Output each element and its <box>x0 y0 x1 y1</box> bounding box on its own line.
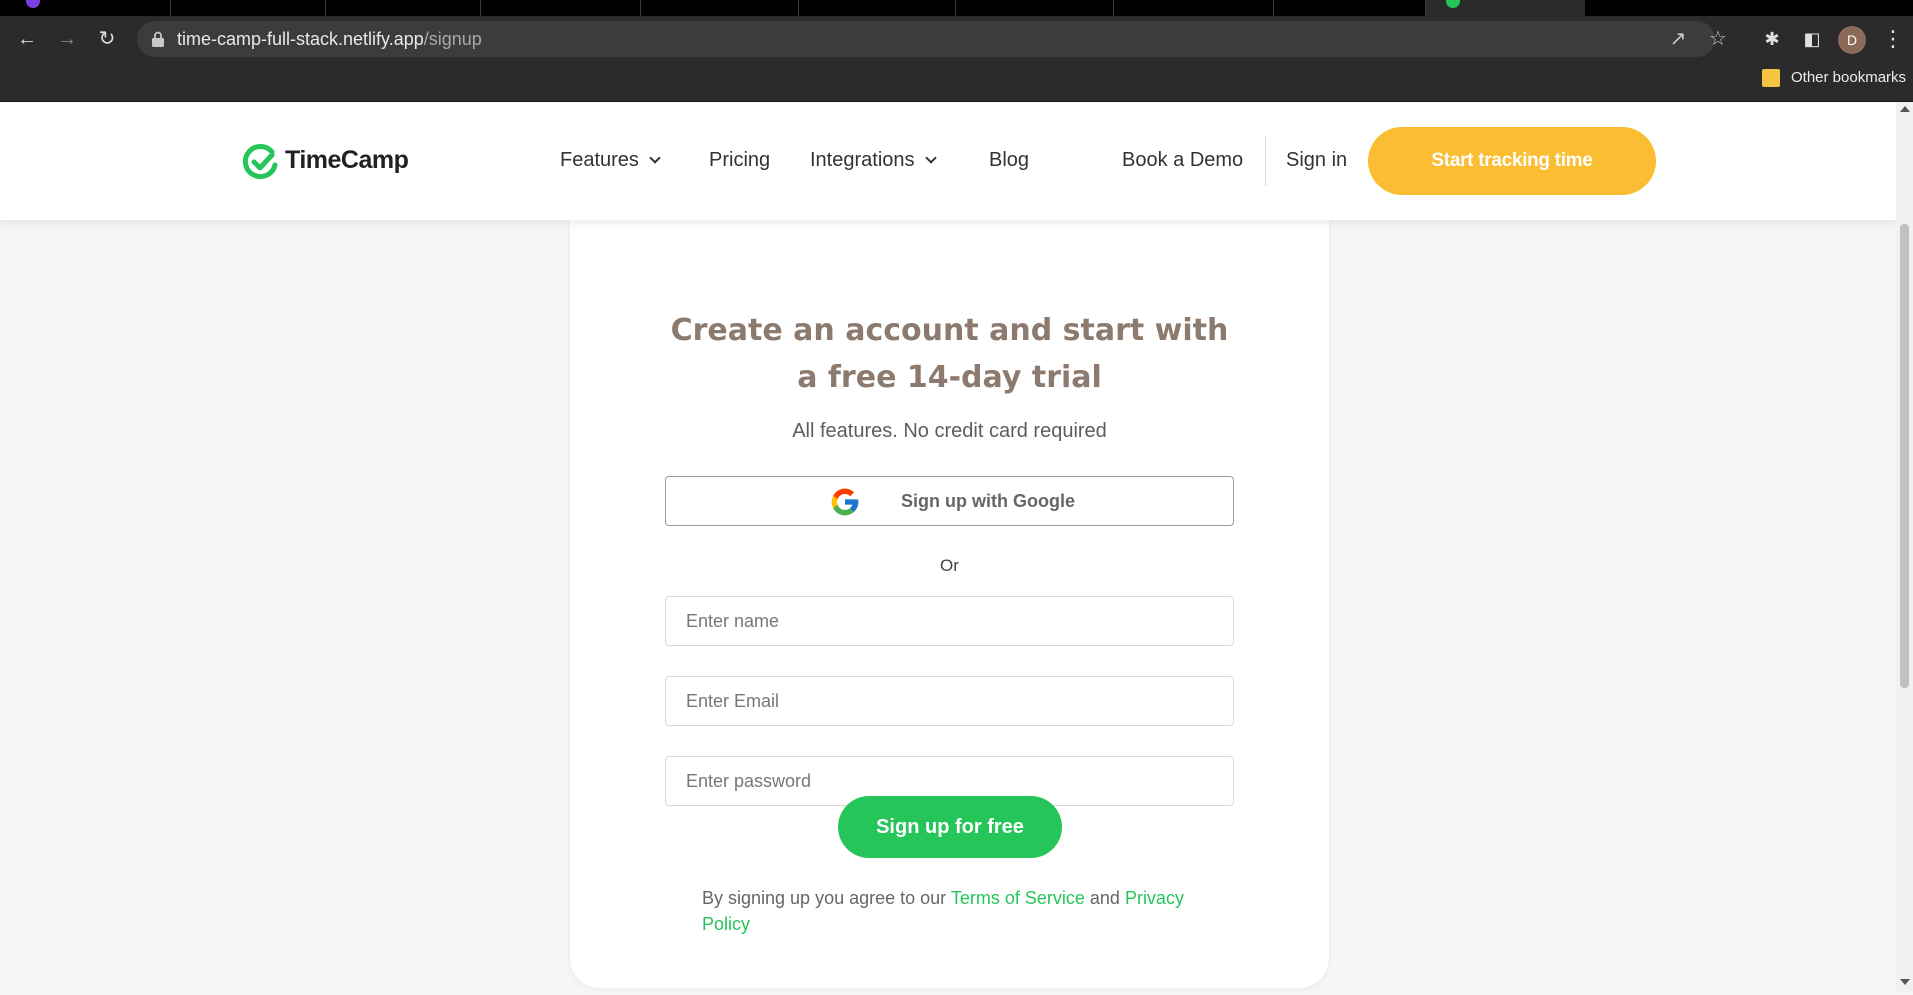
terms-middle: and <box>1084 888 1125 908</box>
bookmarks-bar <box>0 61 1913 102</box>
signup-note: All features. No credit card required <box>792 420 1107 442</box>
tab-favicon <box>1446 0 1460 8</box>
star-icon[interactable]: ☆ <box>1708 29 1728 49</box>
browser-tab[interactable] <box>480 0 640 16</box>
browser-tab[interactable] <box>170 0 325 16</box>
reload-icon[interactable]: ↻ <box>94 26 120 52</box>
extensions-icon[interactable]: ✱ <box>1760 27 1784 51</box>
scroll-thumb[interactable] <box>1900 224 1909 688</box>
side-panel-icon[interactable]: ◧ <box>1800 27 1824 51</box>
site-header: TimeCamp Features Pricing Integrations B… <box>0 102 1896 220</box>
lock-icon <box>152 31 164 47</box>
forward-icon[interactable]: → <box>54 26 80 52</box>
nav-integrations-label: Integrations <box>810 149 915 171</box>
nav-pricing[interactable]: Pricing <box>709 149 770 172</box>
browser-tab-strip <box>0 0 1913 16</box>
nav-integrations[interactable]: Integrations <box>810 149 937 172</box>
menu-icon[interactable]: ⋮ <box>1882 24 1904 54</box>
nav-features-label: Features <box>560 149 639 171</box>
chevron-down-icon <box>649 152 661 164</box>
terms-notice: By signing up you agree to our Terms of … <box>702 885 1202 937</box>
browser-tab[interactable] <box>798 0 955 16</box>
email-input[interactable] <box>665 676 1234 726</box>
google-signup-label: Sign up with Google <box>901 491 1075 511</box>
chevron-down-icon <box>924 152 937 164</box>
nav-divider <box>1265 136 1266 186</box>
url-path: /signup <box>423 29 482 49</box>
nav-book-demo[interactable]: Book a Demo <box>1122 149 1243 172</box>
browser-tab[interactable] <box>955 0 1113 16</box>
bookmark-other[interactable]: Other bookmarks <box>1791 69 1906 86</box>
share-icon[interactable]: ↗ <box>1668 29 1688 49</box>
signup-submit-button[interactable]: Sign up for free <box>838 796 1062 858</box>
page-scrollbar[interactable] <box>1896 102 1913 993</box>
nav-blog[interactable]: Blog <box>989 149 1029 172</box>
url-host: time-camp-full-stack.netlify.app <box>177 29 424 49</box>
google-signup-button[interactable]: Sign up with Google <box>665 476 1234 526</box>
url-text: time-camp-full-stack.netlify.app/signup <box>177 29 482 50</box>
tab-favicon <box>26 0 40 8</box>
nav-sign-in[interactable]: Sign in <box>1286 149 1347 172</box>
signup-card: Create an account and start with a free … <box>570 148 1329 988</box>
terms-prefix: By signing up you agree to our <box>702 888 951 908</box>
page-viewport: Create an account and start with a free … <box>0 102 1896 993</box>
nav-features[interactable]: Features <box>560 149 661 172</box>
address-bar[interactable]: time-camp-full-stack.netlify.app/signup … <box>137 21 1727 57</box>
start-tracking-button[interactable]: Start tracking time <box>1368 127 1656 195</box>
browser-tab[interactable] <box>1113 0 1273 16</box>
browser-tab[interactable] <box>1273 0 1425 16</box>
or-separator: Or <box>940 556 959 575</box>
signup-subtitle: Create an account and start with a free … <box>670 313 1229 395</box>
browser-tab[interactable] <box>640 0 798 16</box>
back-icon[interactable]: ← <box>14 26 40 52</box>
profile-avatar[interactable]: D <box>1838 26 1866 54</box>
google-icon <box>831 488 859 516</box>
folder-icon <box>1762 69 1780 87</box>
timecamp-logo-icon[interactable] <box>242 143 280 181</box>
logo-text[interactable]: TimeCamp <box>285 146 409 175</box>
scroll-down-icon[interactable] <box>1900 979 1910 985</box>
browser-tab-active[interactable] <box>1425 0 1585 16</box>
name-input[interactable] <box>665 596 1234 646</box>
scroll-up-icon[interactable] <box>1900 106 1910 112</box>
terms-of-service-link[interactable]: Terms of Service <box>951 888 1085 908</box>
browser-tab[interactable] <box>325 0 480 16</box>
